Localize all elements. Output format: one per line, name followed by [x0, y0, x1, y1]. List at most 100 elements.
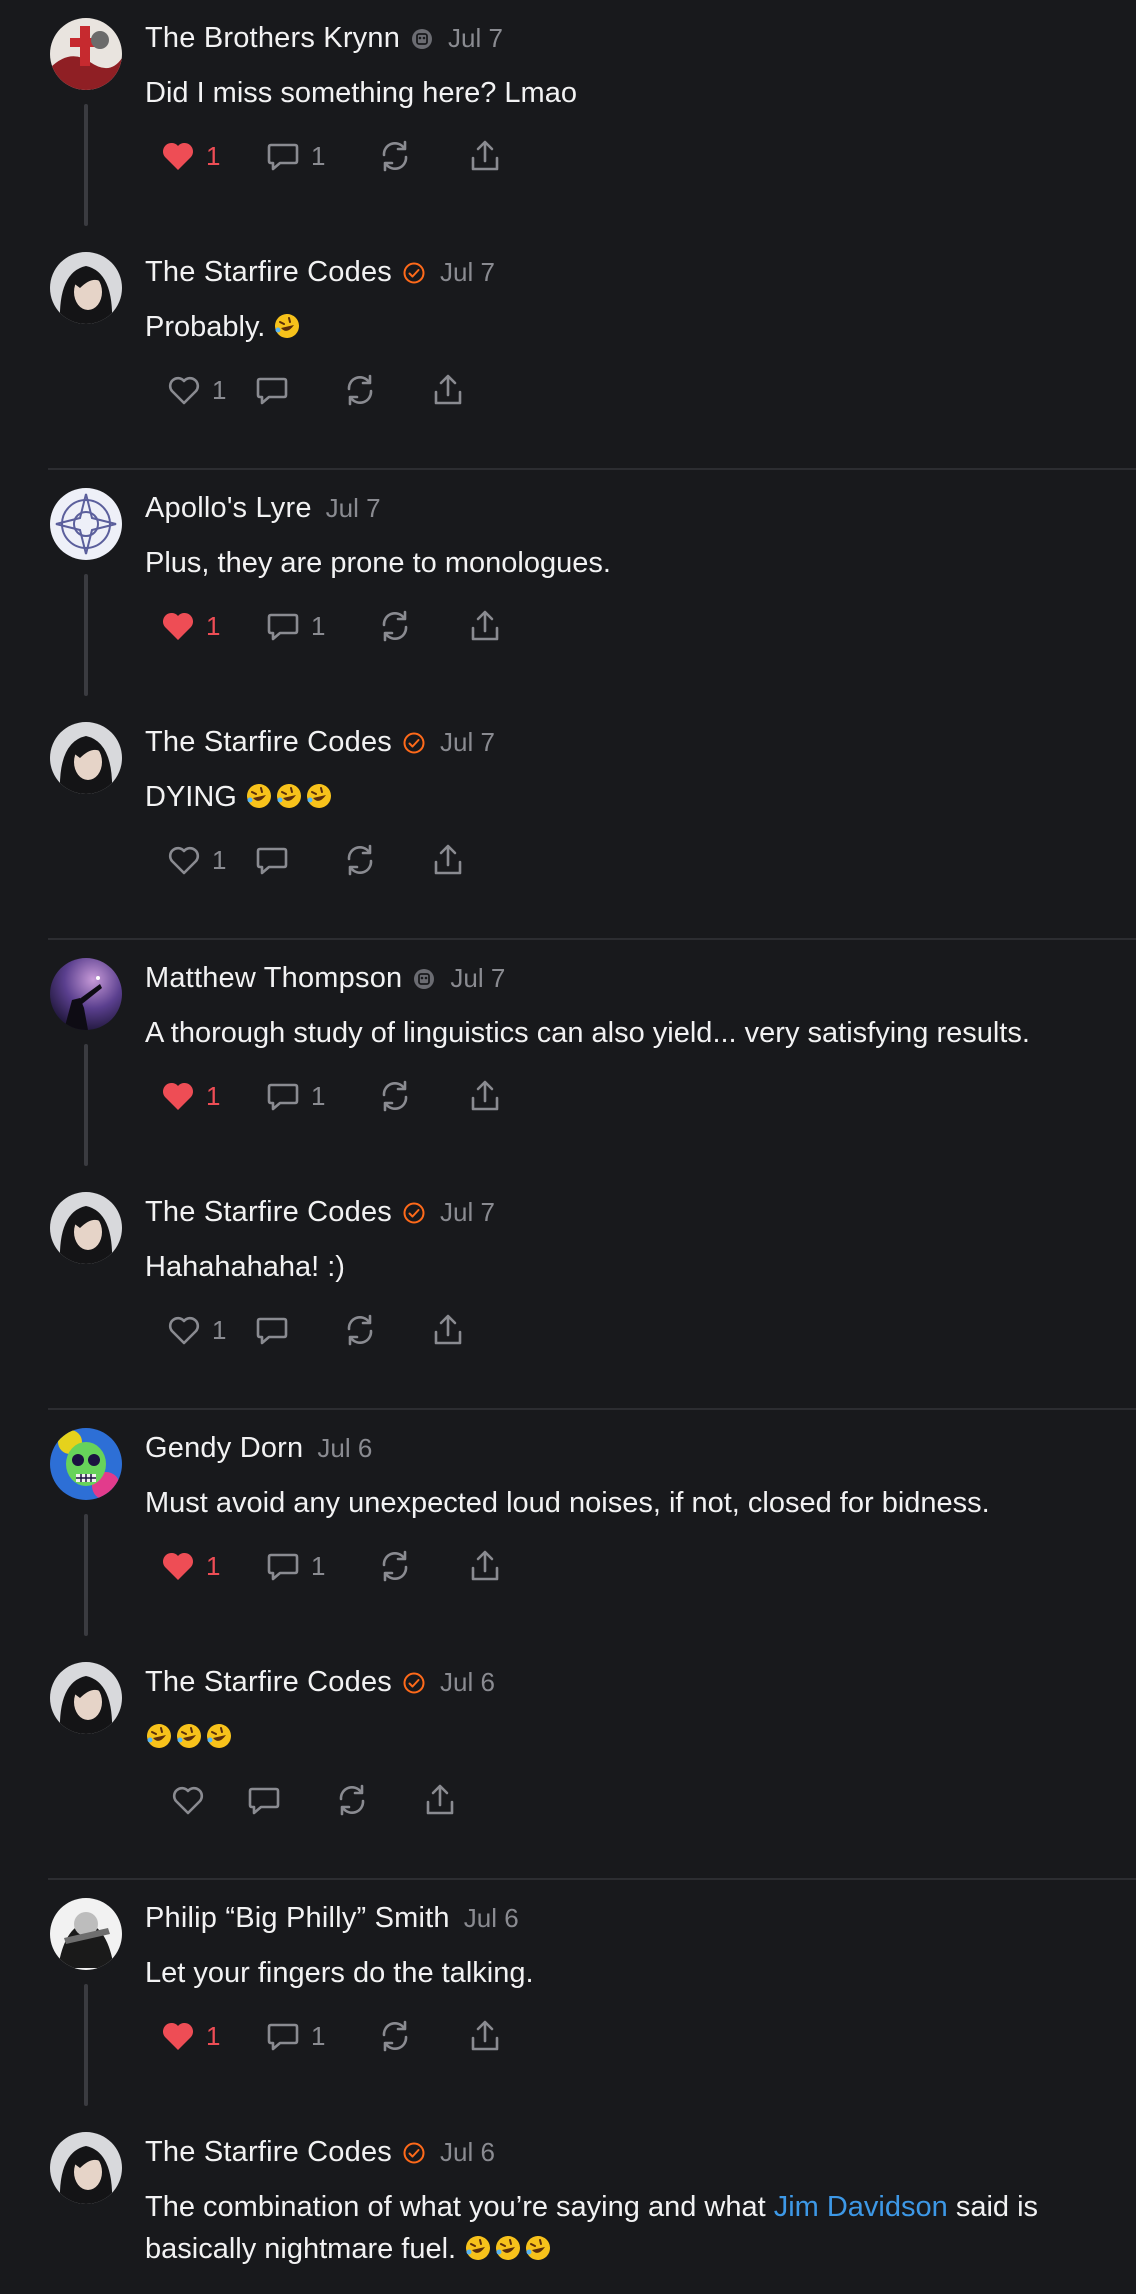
author-name[interactable]: Philip “Big Philly” Smith — [145, 1902, 450, 1935]
avatar-starfire-codes[interactable] — [50, 252, 122, 324]
author-name[interactable]: The Starfire Codes — [145, 256, 392, 289]
share-button[interactable] — [465, 136, 525, 176]
post-date[interactable]: Jul 7 — [440, 727, 495, 758]
comment-icon — [252, 1310, 292, 1350]
share-button[interactable] — [428, 370, 488, 410]
avatar-starfire-codes[interactable] — [50, 1662, 122, 1734]
repost-button[interactable] — [375, 2016, 465, 2056]
post-date[interactable]: Jul 7 — [450, 963, 505, 994]
post-date[interactable]: Jul 6 — [464, 1903, 519, 1934]
reply-button[interactable]: 1 — [263, 136, 375, 176]
post-date[interactable]: Jul 6 — [440, 1667, 495, 1698]
author-name[interactable]: The Starfire Codes — [145, 1196, 392, 1229]
post-date[interactable]: Jul 7 — [448, 23, 503, 54]
avatar-matthew-thompson[interactable] — [50, 958, 122, 1030]
reply-button[interactable] — [252, 370, 340, 410]
bot-badge-icon — [410, 27, 434, 51]
post-actions: 1 — [164, 370, 488, 410]
post[interactable]: The Starfire Codes Jul 6 The combination… — [48, 2114, 1136, 2294]
repost-icon — [332, 1780, 372, 1820]
reply-feed: The Brothers Krynn Jul 7 Did I miss some… — [0, 0, 1136, 2294]
share-button[interactable] — [465, 606, 525, 646]
post[interactable]: Apollo's Lyre Jul 7 Plus, they are prone… — [48, 470, 1136, 704]
share-button[interactable] — [465, 1076, 525, 1116]
repost-button[interactable] — [340, 840, 428, 880]
repost-button[interactable] — [332, 1780, 420, 1820]
repost-icon — [340, 1310, 380, 1350]
like-button[interactable]: 1 — [158, 1546, 263, 1586]
repost-button[interactable] — [375, 136, 465, 176]
author-name[interactable]: Gendy Dorn — [145, 1432, 303, 1465]
post-actions: 1 — [164, 840, 488, 880]
share-button[interactable] — [465, 2016, 525, 2056]
post[interactable]: The Starfire Codes Jul 7 Probably. 1 — [48, 234, 1136, 468]
repost-button[interactable] — [375, 606, 465, 646]
post-date[interactable]: Jul 7 — [326, 493, 381, 524]
like-button[interactable]: 1 — [158, 2016, 263, 2056]
like-button[interactable] — [168, 1780, 244, 1820]
post-text-before: The combination of what you’re saying an… — [145, 2191, 774, 2223]
reply-button[interactable] — [252, 1310, 340, 1350]
repost-icon — [375, 606, 415, 646]
like-button[interactable]: 1 — [164, 1310, 252, 1350]
author-name[interactable]: The Starfire Codes — [145, 2136, 392, 2169]
share-button[interactable] — [420, 1780, 480, 1820]
like-count: 1 — [206, 140, 221, 171]
like-button[interactable]: 1 — [158, 606, 263, 646]
like-button[interactable]: 1 — [164, 840, 252, 880]
repost-button[interactable] — [340, 370, 428, 410]
post[interactable]: Philip “Big Philly” Smith Jul 6 Let your… — [48, 1880, 1136, 2114]
comment-icon — [263, 606, 303, 646]
post[interactable]: The Starfire Codes Jul 7 Hahahahaha! :) … — [48, 1174, 1136, 1408]
author-name[interactable]: Matthew Thompson — [145, 962, 402, 995]
share-button[interactable] — [465, 1546, 525, 1586]
post-date[interactable]: Jul 7 — [440, 257, 495, 288]
post-header: The Starfire Codes Jul 6 — [145, 2136, 495, 2169]
thread-connector-line — [84, 104, 88, 226]
repost-button[interactable] — [375, 1546, 465, 1586]
avatar-starfire-codes[interactable] — [50, 2132, 122, 2204]
author-name[interactable]: The Starfire Codes — [145, 1666, 392, 1699]
post-actions: 1 1 — [158, 1076, 525, 1116]
post-date[interactable]: Jul 6 — [440, 2137, 495, 2168]
author-name[interactable]: The Brothers Krynn — [145, 22, 400, 55]
like-button[interactable]: 1 — [164, 370, 252, 410]
post-text: A thorough study of linguistics can also… — [145, 1017, 1030, 1049]
thread: Matthew Thompson Jul 7 A thorough study … — [48, 940, 1136, 1410]
post[interactable]: The Starfire Codes Jul 6 — [48, 1644, 1136, 1878]
post[interactable]: The Brothers Krynn Jul 7 Did I miss some… — [48, 0, 1136, 234]
reply-button[interactable]: 1 — [263, 2016, 375, 2056]
avatar-philip-smith[interactable] — [50, 1898, 122, 1970]
post-header: The Starfire Codes Jul 7 — [145, 256, 495, 289]
avatar-apollos-lyre[interactable] — [50, 488, 122, 560]
reply-button[interactable]: 1 — [263, 1076, 375, 1116]
rofl-emoji-icon — [524, 2234, 552, 2262]
repost-button[interactable] — [340, 1310, 428, 1350]
reply-button[interactable]: 1 — [263, 606, 375, 646]
avatar-gendy-dorn[interactable] — [50, 1428, 122, 1500]
post-date[interactable]: Jul 7 — [440, 1197, 495, 1228]
share-button[interactable] — [428, 840, 488, 880]
avatar-starfire-codes[interactable] — [50, 1192, 122, 1264]
post[interactable]: The Starfire Codes Jul 7 DYING 1 — [48, 704, 1136, 938]
like-button[interactable]: 1 — [158, 1076, 263, 1116]
reply-button[interactable] — [244, 1780, 332, 1820]
post-date[interactable]: Jul 6 — [317, 1433, 372, 1464]
reply-button[interactable]: 1 — [263, 1546, 375, 1586]
thread: The Brothers Krynn Jul 7 Did I miss some… — [48, 0, 1136, 470]
post-text: Plus, they are prone to monologues. — [145, 547, 611, 579]
avatar-starfire-codes[interactable] — [50, 722, 122, 794]
author-name[interactable]: Apollo's Lyre — [145, 492, 312, 525]
reply-count: 1 — [311, 1080, 326, 1111]
share-button[interactable] — [428, 1310, 488, 1350]
repost-button[interactable] — [375, 1076, 465, 1116]
mention-link[interactable]: Jim Davidson — [774, 2191, 948, 2223]
post[interactable]: Matthew Thompson Jul 7 A thorough study … — [48, 940, 1136, 1174]
author-name[interactable]: The Starfire Codes — [145, 726, 392, 759]
avatar-brothers-krynn[interactable] — [50, 18, 122, 90]
post[interactable]: Gendy Dorn Jul 6 Must avoid any unexpect… — [48, 1410, 1136, 1644]
repost-icon — [340, 840, 380, 880]
reply-button[interactable] — [252, 840, 340, 880]
like-button[interactable]: 1 — [158, 136, 263, 176]
post-actions: 1 1 — [158, 2016, 525, 2056]
